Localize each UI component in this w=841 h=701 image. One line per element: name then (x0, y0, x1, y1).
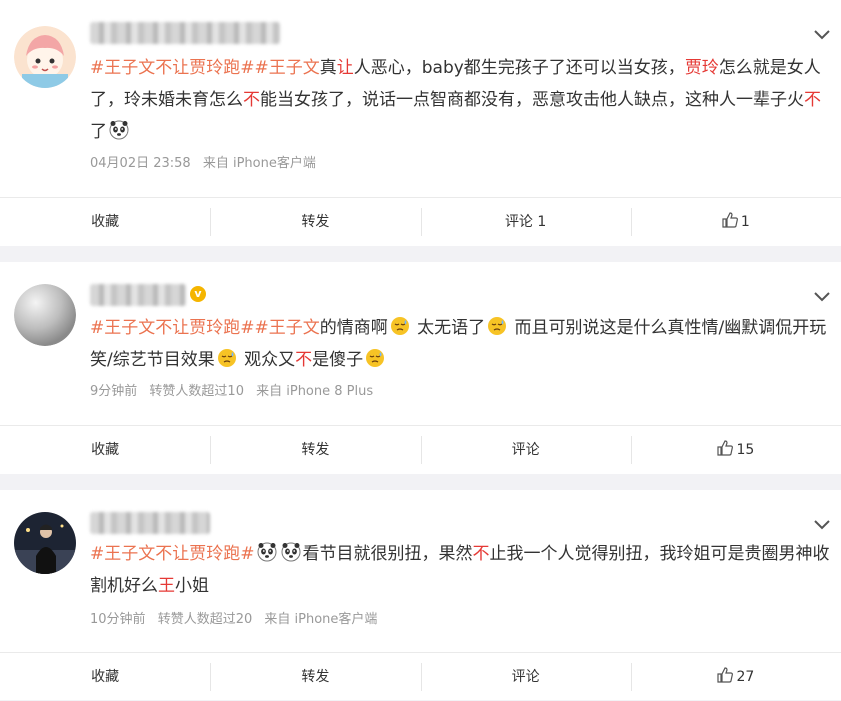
highlighted-keyword: 不 (295, 350, 313, 370)
post-text: 人恶心，baby都生完孩子了还可以当女孩， (353, 58, 685, 78)
favorite-button[interactable]: 收藏 (0, 198, 210, 246)
post-content: #王子文不让贾玲跑##王子文的情商啊 太无语了 而且可别说这是什么真性情/幽默调… (90, 312, 830, 376)
post-source: 来自 iPhone 8 Plus (256, 384, 374, 399)
like-count: 27 (736, 669, 755, 685)
chevron-down-icon[interactable] (813, 28, 831, 42)
weibo-post-2: v #王子文不让贾玲跑##王子文的情商啊 太无语了 而且可别说这是什么真性情/幽… (0, 262, 841, 474)
panda-emoji-icon (109, 119, 129, 140)
hashtag-link[interactable]: #王子文不让贾玲跑# (90, 318, 255, 338)
post-source: 来自 iPhone客户端 (264, 612, 378, 627)
chevron-down-icon[interactable] (813, 518, 831, 532)
panda-emoji-icon (257, 541, 277, 562)
post-text: 是傻子 (312, 350, 364, 370)
post-text: 了 (90, 122, 107, 142)
highlighted-keyword: 不 (472, 544, 490, 564)
sweat-emoji-icon (487, 315, 507, 335)
post-text: 观众又 (238, 350, 296, 370)
verified-badge: v (190, 286, 206, 302)
post-content: #王子文不让贾玲跑##王子文真让人恶心，baby都生完孩子了还可以当女孩，贾玲怎… (90, 52, 830, 148)
username[interactable] (90, 512, 210, 534)
like-button[interactable]: 15 (630, 426, 841, 474)
comment-button[interactable]: 评论 (420, 653, 631, 701)
favorite-button[interactable]: 收藏 (0, 653, 210, 701)
repost-button[interactable]: 转发 (210, 653, 420, 701)
highlighted-keyword: 不 (243, 90, 260, 110)
hashtag-link[interactable]: #王子文 (255, 58, 320, 78)
post-time[interactable]: 04月02日 23:58 (90, 156, 191, 171)
username[interactable] (90, 22, 280, 44)
repost-like-count-note: 转赞人数超过20 (157, 612, 253, 627)
repost-button[interactable]: 转发 (210, 198, 420, 246)
post-time[interactable]: 10分钟前 (90, 612, 146, 627)
user-avatar[interactable] (14, 512, 76, 574)
post-source: 来自 iPhone客户端 (202, 156, 316, 171)
comment-button[interactable]: 评论 (420, 426, 631, 474)
action-bar: 收藏 转发 评论 27 (0, 652, 841, 701)
hashtag-link[interactable]: #王子文不让贾玲跑# (90, 544, 255, 564)
post-text: 看节目就很别扭，果然 (302, 544, 473, 564)
highlighted-keyword: 贾玲 (684, 58, 719, 78)
post-content: #王子文不让贾玲跑# 看节目就很别扭，果然不止我一个人觉得别扭，我玲姐可是贵圈男神… (90, 538, 830, 602)
weibo-post-1: #王子文不让贾玲跑##王子文真让人恶心，baby都生完孩子了还可以当女孩，贾玲怎… (0, 0, 841, 246)
post-meta: 10分钟前 转赞人数超过20 来自 iPhone客户端 (90, 608, 385, 627)
user-avatar[interactable] (14, 284, 76, 346)
post-meta: 04月02日 23:58 来自 iPhone客户端 (90, 152, 324, 171)
weibo-post-3: #王子文不让贾玲跑# 看节目就很别扭，果然不止我一个人觉得别扭，我玲姐可是贵圈男神… (0, 490, 841, 700)
repost-like-count-note: 转赞人数超过10 (149, 384, 244, 399)
highlighted-keyword: 王 (158, 576, 175, 596)
highlighted-keyword: 不 (804, 90, 821, 110)
post-time[interactable]: 9分钟前 (90, 384, 137, 399)
thumbs-up-icon (722, 212, 738, 228)
post-text: 能当女孩了，说话一点智商都没有，恶意攻击他人缺点，这种人一辈子火 (260, 90, 804, 110)
post-text: 太无语了 (411, 318, 486, 338)
action-bar: 收藏 转发 评论 1 1 (0, 197, 841, 246)
like-button[interactable]: 1 (630, 198, 841, 246)
post-meta: 9分钟前 转赞人数超过10 来自 iPhone 8 Plus (90, 380, 381, 399)
username[interactable] (90, 284, 186, 306)
like-count: 15 (736, 442, 755, 458)
like-count: 1 (740, 214, 750, 230)
hashtag-link[interactable]: #王子文不让贾玲跑# (90, 58, 255, 78)
post-text: 小姐 (175, 576, 209, 596)
repost-button[interactable]: 转发 (210, 426, 420, 474)
post-text: 真 (319, 58, 337, 78)
comment-button[interactable]: 评论 1 (420, 198, 631, 246)
user-avatar[interactable] (14, 26, 76, 88)
thumbs-up-icon (717, 667, 734, 683)
action-bar: 收藏 转发 评论 15 (0, 425, 841, 474)
sweat-emoji-icon (390, 315, 410, 335)
panda-emoji-icon (281, 541, 301, 562)
hashtag-link[interactable]: #王子文 (255, 318, 320, 338)
highlighted-keyword: 让 (336, 58, 354, 78)
chevron-down-icon[interactable] (813, 290, 831, 304)
favorite-button[interactable]: 收藏 (0, 426, 210, 474)
sweat-emoji-icon (217, 347, 237, 367)
post-text: 的情商啊 (319, 318, 388, 338)
like-button[interactable]: 27 (630, 653, 841, 701)
thumbs-up-icon (717, 440, 734, 456)
sweat-emoji-icon (365, 347, 385, 367)
